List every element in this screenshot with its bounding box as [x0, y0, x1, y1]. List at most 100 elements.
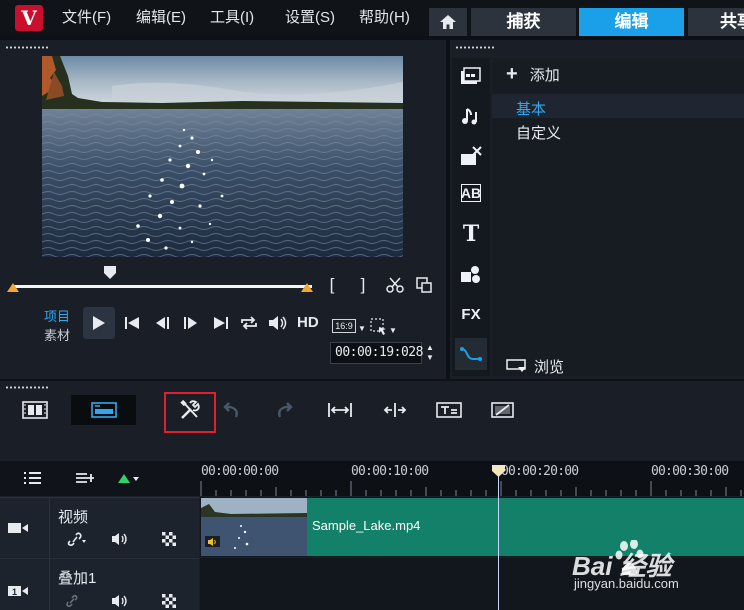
text-button[interactable]: T: [459, 221, 483, 247]
svg-text:1: 1: [12, 587, 17, 597]
link-icon: [66, 595, 78, 607]
mark-in-button[interactable]: [: [324, 275, 340, 295]
previous-frame-button[interactable]: [153, 314, 173, 332]
panel-grip[interactable]: [5, 46, 49, 49]
expand-icon: [383, 403, 407, 417]
library-item-custom[interactable]: 自定义: [516, 122, 561, 143]
project-mode-label[interactable]: 项目: [44, 306, 70, 325]
add-button[interactable]: + 添加: [506, 63, 560, 86]
undo-icon: [223, 402, 238, 418]
repeat-button[interactable]: [237, 313, 261, 333]
playhead-handle[interactable]: [491, 464, 506, 478]
add-track-button[interactable]: [74, 469, 96, 487]
go-to-end-button[interactable]: [211, 314, 231, 332]
trim-in-marker[interactable]: [7, 283, 19, 292]
time-ruler[interactable]: 00:00:00:00 00:00:10:00 00:00:20:00 00:0…: [200, 461, 744, 496]
track-mute-button[interactable]: [110, 531, 130, 547]
overlay-link-button[interactable]: [64, 594, 80, 608]
home-tab[interactable]: [429, 8, 467, 36]
skip-end-icon: [214, 317, 228, 329]
track-divider: [49, 559, 50, 610]
go-to-start-button[interactable]: [122, 314, 142, 332]
trim-out-marker[interactable]: [301, 283, 313, 292]
timecode-display[interactable]: 00:00:19:028: [330, 342, 423, 364]
home-icon: [440, 15, 456, 29]
library-grip[interactable]: [455, 46, 495, 49]
track-manager-button[interactable]: [22, 469, 44, 487]
graphics-icon: [461, 266, 480, 283]
scrubber-handle[interactable]: [103, 265, 117, 280]
subtitle-editor-button[interactable]: [432, 395, 466, 425]
menu-edit[interactable]: 编辑(E): [136, 6, 186, 27]
ruler-label: 00:00:30:00: [651, 464, 729, 479]
snapshot-button[interactable]: [370, 318, 388, 336]
title-button[interactable]: AB: [461, 184, 481, 202]
library-content: + 添加 基本 自定义 浏览: [492, 58, 744, 376]
tools-highlight: [164, 392, 216, 433]
volume-button[interactable]: [266, 313, 290, 333]
chapter-point-button[interactable]: [116, 470, 140, 486]
timeline-grip[interactable]: [5, 386, 49, 389]
menu-tools[interactable]: 工具(I): [210, 6, 254, 27]
menu-bar: V 文件(F) 编辑(E) 工具(I) 设置(S) 帮助(H) 捕获 编辑 共享: [0, 0, 744, 36]
tab-share[interactable]: 共享: [688, 8, 744, 36]
chevron-up-icon[interactable]: ▲: [426, 343, 434, 353]
watermark-url: jingyan.baidu.com: [574, 576, 679, 591]
enlarge-preview-button[interactable]: [413, 274, 435, 296]
speaker-icon: [208, 537, 216, 546]
timeline-view-button[interactable]: [71, 395, 136, 425]
playhead-line[interactable]: [498, 469, 499, 610]
overlay-track-header[interactable]: 1 叠加1: [0, 558, 199, 610]
mark-out-button[interactable]: ]: [355, 275, 371, 295]
menu-settings[interactable]: 设置(S): [285, 6, 335, 27]
checker-icon: [162, 594, 176, 608]
aspect-dropdown-icon[interactable]: ▼: [358, 324, 366, 333]
library-item-basic[interactable]: 基本: [516, 98, 546, 119]
ruler-label: 00:00:20:00: [501, 464, 579, 479]
hd-preview-toggle[interactable]: HD: [297, 314, 319, 331]
tab-edit[interactable]: 编辑: [579, 8, 684, 36]
transition-button[interactable]: [459, 144, 483, 168]
overlay-mute-button[interactable]: [110, 594, 130, 608]
timeline-view-icon: [91, 402, 117, 418]
overlay-visibility-button[interactable]: [161, 594, 177, 608]
graphics-button[interactable]: [459, 262, 483, 286]
video-track-header[interactable]: 视频: [0, 497, 199, 558]
prev-frame-icon: [156, 317, 169, 329]
track-list-icon: [24, 472, 41, 484]
media-library-button[interactable]: [459, 64, 483, 88]
snapshot-dropdown-icon[interactable]: ▼: [389, 326, 397, 335]
menu-help[interactable]: 帮助(H): [359, 6, 410, 27]
clip-mode-label[interactable]: 素材: [44, 325, 70, 344]
link-icon: [67, 532, 86, 546]
expand-timeline-button[interactable]: [378, 395, 412, 425]
filter-button[interactable]: FX: [459, 302, 483, 326]
crop-icon: [491, 402, 514, 418]
track-visibility-button[interactable]: [161, 531, 177, 547]
fit-to-window-button[interactable]: [323, 395, 357, 425]
preview-panel: [ ] 项目 素材 HD 16:9 ▼ ▼ 00:00:19:028 ▲ ▼: [0, 40, 446, 379]
split-clip-button[interactable]: [384, 274, 406, 296]
browse-label: 浏览: [534, 359, 565, 376]
timecode-stepper[interactable]: ▲ ▼: [424, 342, 436, 364]
next-frame-button[interactable]: [180, 314, 200, 332]
add-label: 添加: [529, 67, 560, 84]
motion-path-icon: [460, 347, 482, 361]
crop-button[interactable]: [486, 395, 520, 425]
scrubber-track[interactable]: [12, 285, 312, 288]
path-button[interactable]: [455, 338, 487, 370]
storyboard-view-button[interactable]: [18, 395, 52, 425]
aspect-ratio-button[interactable]: 16:9: [332, 319, 356, 333]
redo-button[interactable]: [268, 395, 302, 425]
menu-file[interactable]: 文件(F): [62, 6, 111, 27]
audio-library-button[interactable]: [459, 104, 483, 128]
browse-button[interactable]: 浏览: [506, 356, 564, 377]
app-logo[interactable]: V: [15, 5, 43, 31]
video-track-icon: [6, 518, 30, 538]
track-divider: [49, 498, 50, 558]
play-button[interactable]: [83, 307, 115, 339]
tab-capture[interactable]: 捕获: [471, 8, 576, 36]
chevron-down-icon[interactable]: ▼: [426, 353, 434, 363]
undo-button[interactable]: [214, 395, 248, 425]
link-button[interactable]: [64, 531, 88, 547]
